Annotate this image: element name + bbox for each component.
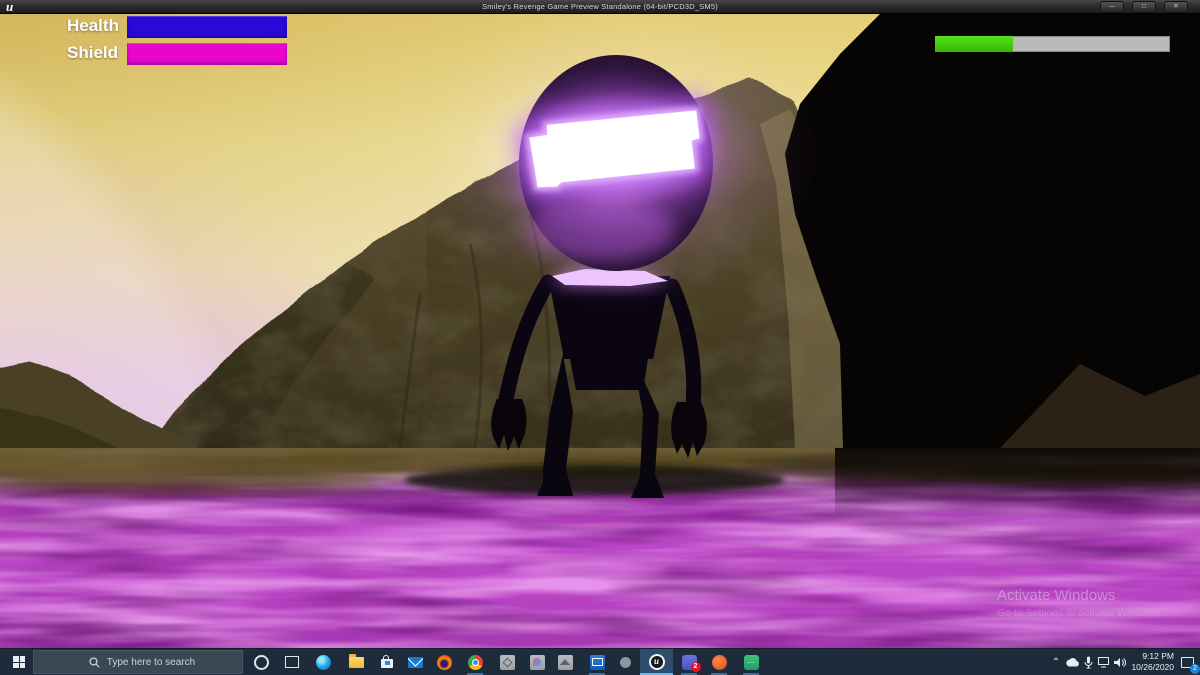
origin-button[interactable] (707, 649, 731, 675)
search-input[interactable]: Type here to search (33, 650, 243, 674)
speaker-icon[interactable] (1112, 649, 1128, 675)
taskbar: Type here to search u 2 ⋯ ⌃ (0, 648, 1200, 675)
firefox-icon (437, 655, 452, 670)
window-title: Smiley's Revenge Game Preview Standalone… (0, 2, 1200, 11)
unreal-engine-window-button[interactable]: u (640, 649, 673, 675)
store-icon (381, 659, 393, 668)
tray-clock[interactable]: 9:12 PM 10/26/2020 (1130, 651, 1174, 673)
file-explorer-icon (349, 657, 364, 668)
task-view-icon (285, 656, 299, 668)
action-center-button[interactable]: 2 (1176, 649, 1198, 675)
onedrive-icon[interactable] (1064, 649, 1080, 675)
game-viewport[interactable]: Health Shield Activate Windows Go to Set… (0, 14, 1200, 648)
mixed-reality-button[interactable] (613, 649, 637, 675)
movies-tv-icon (590, 655, 605, 670)
task-view-button[interactable] (280, 649, 304, 675)
3d-viewer-icon (500, 655, 515, 670)
origin-icon (712, 655, 727, 670)
health-bar (127, 16, 287, 38)
windows-logo-icon (13, 656, 25, 668)
desktop: u Smiley's Revenge Game Preview Standalo… (0, 0, 1200, 675)
mail-icon (408, 657, 423, 668)
paint-3d-icon (530, 655, 545, 670)
game-scene (0, 14, 1200, 648)
shield-label: Shield (67, 43, 118, 63)
cortana-button[interactable] (249, 649, 273, 675)
network-display-icon[interactable] (1096, 649, 1112, 675)
movies-tv-button[interactable] (585, 649, 609, 675)
photos-button[interactable] (553, 649, 577, 675)
search-icon (89, 657, 100, 668)
mixed-reality-icon (620, 657, 631, 668)
firefox-button[interactable] (432, 649, 456, 675)
activate-windows-watermark: Activate Windows Go to Settings to activ… (997, 588, 1163, 619)
search-placeholder: Type here to search (107, 657, 195, 668)
minimize-button[interactable]: — (1101, 2, 1123, 12)
maximize-button[interactable]: □ (1133, 2, 1155, 12)
chrome-button[interactable] (463, 649, 487, 675)
close-button[interactable]: ✕ (1165, 2, 1187, 12)
chat-app-button[interactable]: ⋯ (739, 649, 763, 675)
start-button[interactable] (6, 649, 32, 675)
store-button[interactable] (375, 649, 399, 675)
photos-icon (558, 655, 573, 670)
cortana-icon (254, 655, 269, 670)
tray-time: 9:12 PM (1130, 651, 1174, 662)
enemy-health-fill (935, 36, 1013, 52)
tray-date: 10/26/2020 (1130, 662, 1174, 673)
health-label: Health (67, 16, 119, 36)
edge-button[interactable] (311, 649, 335, 675)
discord-button[interactable]: 2 (677, 649, 701, 675)
file-explorer-button[interactable] (344, 649, 368, 675)
edge-icon (316, 655, 331, 670)
action-center-badge: 2 (1190, 664, 1200, 674)
mail-button[interactable] (403, 649, 427, 675)
microphone-icon[interactable] (1080, 649, 1096, 675)
enemy-health-bar (935, 36, 1170, 52)
chat-app-icon: ⋯ (744, 655, 759, 670)
chrome-icon (468, 655, 483, 670)
discord-badge: 2 (691, 662, 701, 672)
shield-bar (127, 43, 287, 65)
tray-expand-button[interactable]: ⌃ (1048, 649, 1064, 675)
unreal-engine-icon: u (649, 654, 665, 670)
paint-3d-button[interactable] (525, 649, 549, 675)
3d-viewer-button[interactable] (495, 649, 519, 675)
discord-icon: 2 (682, 655, 697, 670)
window-titlebar[interactable]: u Smiley's Revenge Game Preview Standalo… (0, 0, 1200, 14)
